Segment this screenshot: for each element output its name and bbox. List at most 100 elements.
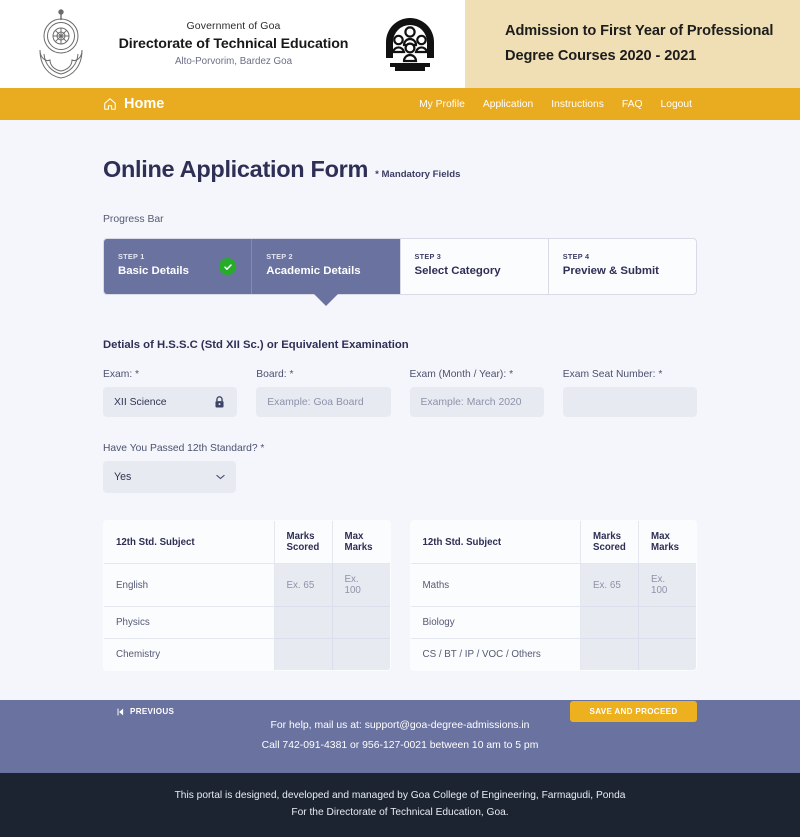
- step-2-academic-details[interactable]: STEP 2 Academic Details: [251, 239, 400, 306]
- field-exam: Exam: * XII Science: [103, 369, 238, 417]
- passed-12th-row: Have You Passed 12th Standard? * Yes: [103, 443, 697, 493]
- table-header-row: 12th Std. Subject Marks Scored Max Marks: [410, 521, 697, 564]
- passed-12th-label: Have You Passed 12th Standard? *: [103, 443, 265, 454]
- nav-item-faq[interactable]: FAQ: [622, 99, 643, 110]
- step-4-number: STEP 4: [562, 252, 590, 261]
- progress-bar-label: Progress Bar: [103, 214, 164, 225]
- english-max-marks-input[interactable]: Ex. 100: [331, 563, 390, 607]
- passed-12th-select[interactable]: Yes: [103, 461, 236, 493]
- table-row: Maths Ex. 65 Ex. 100: [410, 563, 697, 607]
- nav-item-home[interactable]: Home: [103, 96, 164, 112]
- table-row: Biology: [410, 606, 697, 639]
- header-max-marks-left: Max Marks: [331, 521, 390, 564]
- field-exam-seat-number-label: Exam Seat Number: *: [562, 369, 663, 380]
- english-marks-scored-input[interactable]: Ex. 65: [273, 563, 333, 607]
- section-heading: Detials of H.S.S.C (Std XII Sc.) or Equi…: [103, 339, 409, 351]
- form-title-row: Online Application Form * Mandatory Fiel…: [103, 120, 697, 183]
- exam-month-year-placeholder: Example: March 2020: [420, 396, 522, 408]
- footer-credits: This portal is designed, developed and m…: [0, 773, 800, 837]
- field-board-label: Board: *: [256, 369, 294, 380]
- footer-help-phone-line: Call 742-091-4381 or 956-127-0021 betwee…: [0, 736, 800, 756]
- biology-marks-scored-input[interactable]: [580, 606, 639, 639]
- navbar: Home My Profile Application Instructions…: [0, 88, 800, 120]
- chevron-down-icon: [216, 474, 225, 480]
- credit-prefix: This portal is designed, developed and m…: [174, 790, 411, 801]
- previous-button[interactable]: PREVIOUS: [103, 701, 189, 722]
- nav-item-application[interactable]: Application: [483, 99, 533, 110]
- header-marks-scored-right: Marks Scored: [580, 521, 639, 564]
- nav-links: My Profile Application Instructions FAQ …: [419, 99, 692, 110]
- nav-item-instructions[interactable]: Instructions: [551, 99, 604, 110]
- nav-home-label: Home: [124, 96, 165, 112]
- save-and-proceed-button[interactable]: SAVE AND PROCEED: [570, 701, 697, 722]
- phone-link-2[interactable]: 956-127-0021: [362, 740, 427, 751]
- address-line: Alto-Porvorim, Bardez Goa: [174, 56, 293, 67]
- exam-month-year-input[interactable]: Example: March 2020: [409, 387, 544, 417]
- field-board: Board: * Example: Goa Board: [256, 369, 391, 417]
- form-actions: PREVIOUS SAVE AND PROCEED: [103, 701, 697, 722]
- exam-input: XII Science: [103, 387, 238, 417]
- admission-title: Admission to First Year of Professional …: [505, 19, 773, 69]
- nav-item-logout[interactable]: Logout: [661, 99, 693, 110]
- marks-table-right: 12th Std. Subject Marks Scored Max Marks…: [409, 520, 697, 671]
- progress-stepper: STEP 1 Basic Details STEP 2 Academic Det…: [103, 238, 697, 306]
- step-4-preview-submit[interactable]: STEP 4 Preview & Submit: [547, 239, 696, 294]
- maths-max-marks-input[interactable]: Ex. 100: [638, 563, 697, 607]
- biology-max-marks-input[interactable]: [638, 606, 697, 639]
- subject-chemistry: Chemistry: [103, 638, 275, 670]
- footer-credit-line-2: For the Directorate of Technical Educati…: [0, 804, 800, 821]
- passed-12th-value: Yes: [114, 471, 132, 483]
- dte-goa-logo-icon: [386, 18, 434, 71]
- maths-marks-scored-input[interactable]: Ex. 65: [580, 563, 639, 607]
- field-exam-seat-number: Exam Seat Number: *: [562, 369, 697, 417]
- subject-biology: Biology: [410, 606, 581, 639]
- field-exam-month-year-label: Exam (Month / Year): *: [409, 369, 514, 380]
- exam-seat-number-input[interactable]: [562, 387, 697, 417]
- credit-line2-suffix: , Goa.: [480, 807, 509, 818]
- table-row: CS / BT / IP / VOC / Others: [410, 638, 697, 670]
- subject-maths: Maths: [410, 563, 581, 607]
- government-line: Government of Goa: [186, 20, 281, 32]
- table-row: Physics: [103, 606, 390, 639]
- organisation-text: Government of Goa Directorate of Technic…: [86, 19, 381, 69]
- table-row: English Ex. 65 Ex. 100: [103, 563, 390, 607]
- chemistry-marks-scored-input[interactable]: [273, 638, 333, 670]
- physics-max-marks-input[interactable]: [331, 606, 390, 639]
- step-1-basic-details[interactable]: STEP 1 Basic Details: [104, 239, 252, 294]
- board-input[interactable]: Example: Goa Board: [256, 387, 391, 417]
- lock-icon: [215, 396, 224, 408]
- other-max-marks-input[interactable]: [638, 638, 697, 670]
- footer-call-suffix: between 10 am to 5 pm: [426, 740, 539, 751]
- directorate-line: Directorate of Technical Education: [118, 36, 349, 52]
- mandatory-fields-note: * Mandatory Fields: [375, 169, 461, 180]
- table-header-row: 12th Std. Subject Marks Scored Max Marks: [103, 521, 390, 564]
- step-3-select-category[interactable]: STEP 3 Select Category: [399, 239, 548, 294]
- header-subject-left: 12th Std. Subject: [103, 521, 275, 564]
- step-2-label: Academic Details: [266, 265, 361, 277]
- dte-link[interactable]: Directorate of Technical Education: [326, 807, 480, 818]
- chemistry-max-marks-input[interactable]: [331, 638, 390, 670]
- field-exam-month-year: Exam (Month / Year): * Example: March 20…: [409, 369, 544, 417]
- nav-item-my-profile[interactable]: My Profile: [419, 99, 465, 110]
- physics-marks-scored-input[interactable]: [273, 606, 333, 639]
- phone-link-1[interactable]: 742-091-4381: [282, 740, 347, 751]
- masthead-left: ☸ Government of Goa Directorate of Techn…: [0, 0, 465, 88]
- admission-line-1: Admission to First Year of Professional: [505, 23, 774, 39]
- footer-call-or: or: [347, 740, 363, 751]
- credit-line2-prefix: For the: [291, 807, 327, 818]
- active-step-pointer-icon: [312, 293, 339, 306]
- previous-button-label: PREVIOUS: [130, 707, 175, 716]
- subject-other: CS / BT / IP / VOC / Others: [410, 638, 581, 670]
- masthead-right: Admission to First Year of Professional …: [465, 0, 800, 88]
- footer-credit-line-1: This portal is designed, developed and m…: [0, 787, 800, 804]
- step-4-label: Preview & Submit: [562, 265, 659, 277]
- exam-input-value: XII Science: [114, 396, 167, 408]
- goa-college-engineering-link[interactable]: Goa College of Engineering: [411, 790, 536, 801]
- exam-fields-row: Exam: * XII Science Board: * Example: Go…: [103, 369, 697, 417]
- subject-english: English: [103, 563, 275, 607]
- other-marks-scored-input[interactable]: [580, 638, 639, 670]
- admission-line-2: Degree Courses 2020 - 2021: [505, 48, 697, 64]
- home-icon: [104, 98, 116, 110]
- field-exam-label: Exam: *: [103, 369, 140, 380]
- page-title: Online Application Form: [103, 156, 369, 182]
